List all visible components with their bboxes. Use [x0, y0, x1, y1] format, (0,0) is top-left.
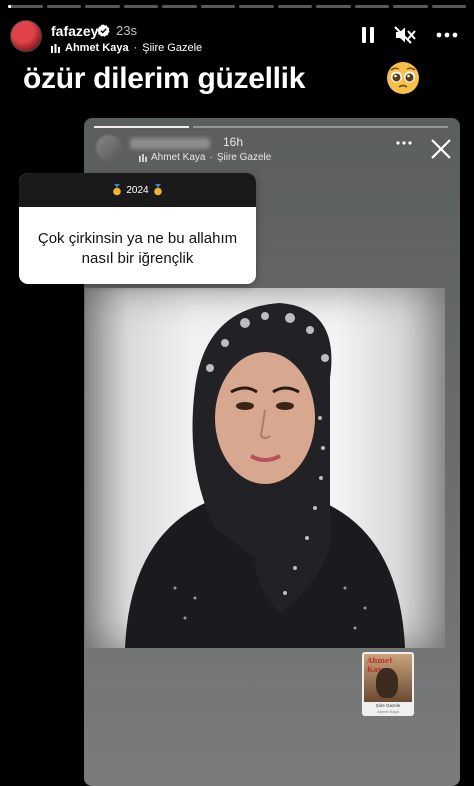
music-artist: Ahmet Kaya — [65, 42, 129, 54]
username[interactable]: fafazey — [51, 23, 98, 39]
pause-icon[interactable] — [360, 26, 376, 44]
reshared-post-time: 16h — [223, 135, 244, 149]
speaker-muted-icon[interactable] — [394, 26, 416, 44]
pleading-face-emoji-icon — [387, 62, 419, 94]
progress-segment — [316, 5, 351, 8]
reshared-avatar-blurred — [96, 135, 122, 161]
portrait-illustration — [125, 303, 405, 648]
story-caption: özür dilerim güzellik — [23, 62, 306, 95]
medal-icon — [113, 184, 122, 196]
music-label[interactable]: Ahmet Kaya · Şiire Gazele — [51, 42, 202, 54]
music-separator: · — [133, 42, 138, 54]
reshared-music-artist: Ahmet Kaya — [151, 152, 206, 163]
music-bars-icon — [51, 43, 60, 53]
question-sticker[interactable]: 2024 Çok çirkinsin ya ne bu allahım nası… — [19, 173, 256, 284]
progress-segment — [200, 5, 235, 8]
reshared-music-label: Ahmet Kaya · Şiire Gazele — [139, 152, 271, 163]
progress-segment — [354, 5, 389, 8]
progress-segment — [123, 5, 158, 8]
progress-segment — [277, 5, 312, 8]
post-time: 23s — [116, 23, 137, 38]
progress-segment — [393, 5, 428, 8]
question-sticker-header: 2024 — [19, 173, 256, 207]
progress-segment — [8, 5, 43, 8]
reshared-music-separator: · — [209, 152, 213, 163]
verified-badge-icon — [97, 24, 110, 37]
progress-segment — [431, 5, 466, 8]
progress-segment — [85, 5, 120, 8]
reshared-more-icon — [396, 141, 412, 145]
music-bars-icon — [139, 153, 147, 162]
story-photo — [85, 288, 445, 648]
story-header: fafazey 23s Ahmet Kaya · Şiire Gazele — [10, 16, 464, 56]
progress-segment — [239, 5, 274, 8]
avatar[interactable] — [10, 20, 42, 52]
music-album-sticker[interactable]: Ahmet Kaya Şiire Gazele Ahmet Kaya — [362, 652, 414, 716]
question-text: Çok çirkinsin ya ne bu allahım nasıl bir… — [37, 230, 238, 267]
music-title: Şiire Gazele — [142, 42, 203, 54]
reshared-close-icon — [431, 139, 451, 159]
question-header-text: 2024 — [126, 184, 149, 196]
reshared-progress-bar — [94, 126, 448, 128]
more-icon[interactable] — [436, 26, 458, 44]
sticker-artist: Ahmet Kaya — [377, 708, 399, 714]
album-cover: Ahmet Kaya — [364, 654, 412, 702]
reshared-music-title: Şiire Gazele — [216, 152, 272, 163]
story-progress-bar — [8, 5, 466, 8]
progress-segment — [46, 5, 81, 8]
progress-segment — [162, 5, 197, 8]
reshared-username-blurred — [130, 138, 210, 149]
medal-icon — [153, 184, 162, 196]
